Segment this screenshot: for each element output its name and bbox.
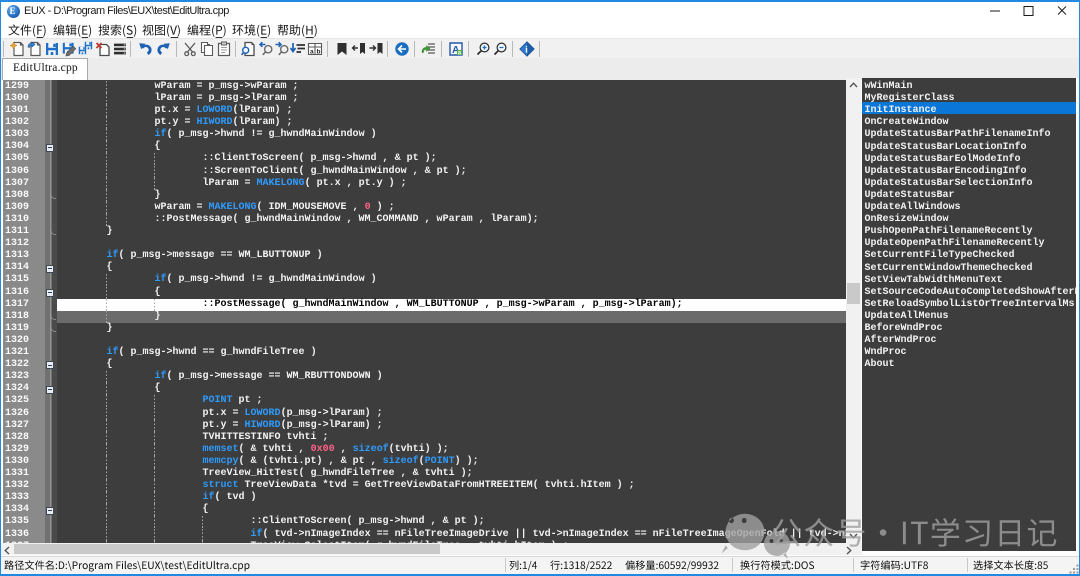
svg-text:b: b — [317, 49, 321, 56]
svg-text:a: a — [310, 49, 314, 56]
